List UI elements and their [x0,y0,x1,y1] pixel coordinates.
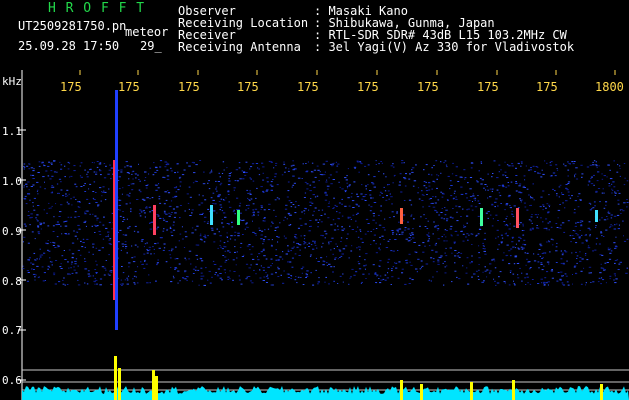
filename: UT2509281750.pn [18,19,127,33]
y-unit-label: kHz [2,75,22,88]
y-tick-label: 1.0 [2,175,22,188]
meteor-echo [480,208,483,226]
y-tick-label: 0.9 [2,225,22,238]
brand-title: H R O F F T [48,1,146,16]
datetime: 25.09.28 17:50 [18,39,120,53]
spectrum-peak [512,380,515,400]
spectrum-peak [470,382,473,400]
meteor-echo [210,205,213,225]
y-tick-label: 0.7 [2,324,22,337]
meteor-echo [153,205,156,235]
spectrum-peak [114,356,117,400]
meteor-echo [237,210,240,225]
spectrum-peak [420,384,423,400]
x-tick-label: 175 [536,80,558,94]
x-tick-label: 175 [237,80,259,94]
spectrum-trace [22,386,629,400]
spectrum-peak [400,380,403,400]
spectrum-peak [600,384,603,400]
x-tick-label: 175 [477,80,499,94]
antenna-label: Receiving Antenna [178,40,301,54]
y-tick-label: 0.8 [2,275,22,288]
meteor-echo [595,210,598,222]
waterfall-plot [18,70,629,400]
spectrum-peak [155,376,158,400]
x-tick-label: 175 [357,80,379,94]
spectrum-peak [152,370,155,400]
x-tick-label: 175 [60,80,82,94]
antenna-value: : 3el Yagi(V) Az 330 for Vladivostok [314,40,575,54]
filename-suffix: meteor [125,25,169,39]
x-tick-label: 175 [118,80,140,94]
y-tick-label: 1.1 [2,125,22,138]
x-tick-label: 1800 [595,80,624,94]
meteor-echo [516,208,519,228]
image-count: 29_ [140,39,162,53]
x-tick-label: 175 [178,80,200,94]
x-tick-label: 175 [297,80,319,94]
meteor-echo [400,208,403,224]
y-tick-label: 0.6 [2,374,22,387]
spectrum-peak [118,368,121,400]
meteor-echo [115,90,118,330]
hrofft-screen: H R O F F T UT2509281750.pn meteor 25.09… [0,0,629,400]
x-tick-label: 175 [417,80,439,94]
